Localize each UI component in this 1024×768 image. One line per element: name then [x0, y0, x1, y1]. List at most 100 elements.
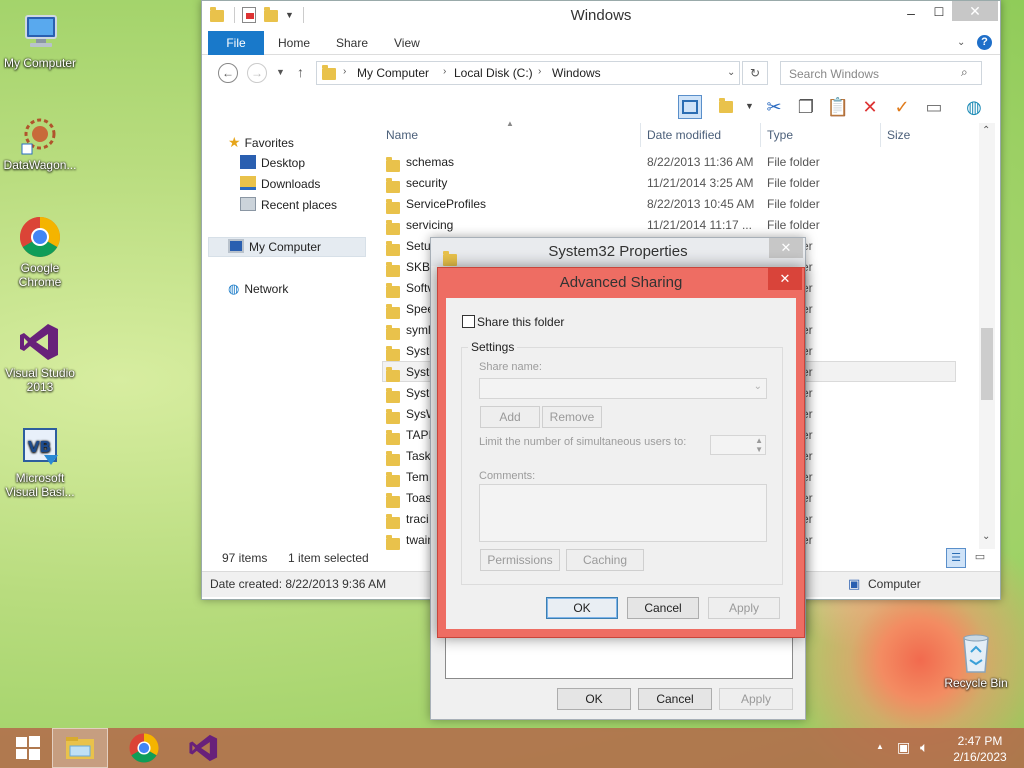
status-item-count: 97 items — [222, 551, 268, 565]
share-name-combobox[interactable]: ⌄ — [479, 378, 767, 399]
volume-icon[interactable]: 🔈︎ — [920, 739, 928, 756]
add-button[interactable]: Add — [480, 406, 540, 428]
minimize-button[interactable]: – — [902, 5, 920, 23]
search-icon[interactable]: ⌕ — [961, 65, 968, 80]
rename-check-icon[interactable]: ✓ — [890, 95, 914, 119]
show-hidden-icons-icon[interactable]: ▲ — [876, 742, 884, 751]
taskbar-visual-studio[interactable] — [176, 728, 232, 768]
column-name[interactable]: Name — [386, 128, 418, 142]
up-button[interactable]: ↑ — [297, 64, 304, 80]
forward-button[interactable]: → — [247, 63, 267, 83]
settings-group-label: Settings — [468, 340, 518, 354]
desktop-icon-visual-studio[interactable]: Visual Studio 2013 — [0, 320, 80, 394]
advanced-cancel-button[interactable]: Cancel — [627, 597, 699, 619]
select-dropdown-icon[interactable]: ▼ — [745, 101, 754, 111]
table-row[interactable]: ServiceProfiles 8/22/2013 10:45 AM File fo… — [382, 194, 962, 215]
scroll-up-icon[interactable]: ⌃ — [982, 125, 990, 136]
details-view-icon[interactable]: ☰ — [946, 548, 966, 568]
select-folder-icon[interactable] — [714, 95, 738, 119]
advanced-apply-button[interactable]: Apply — [708, 597, 780, 619]
advanced-ok-button[interactable]: OK — [546, 597, 618, 619]
share-folder-label[interactable]: Share this folder — [477, 315, 564, 329]
spinner-up-icon[interactable]: ▲ — [755, 436, 763, 445]
vertical-scrollbar[interactable]: ⌃ ⌄ — [979, 123, 995, 549]
properties-apply-button[interactable]: Apply — [719, 688, 793, 710]
refresh-button[interactable]: ↻ — [742, 61, 768, 85]
desktop-icon-my-computer[interactable]: My Computer — [0, 10, 80, 70]
table-row[interactable]: security 11/21/2014 3:25 AM File folder — [382, 173, 962, 194]
properties-close-button[interactable]: ✕ — [769, 238, 803, 258]
remove-button[interactable]: Remove — [542, 406, 602, 428]
tab-view[interactable]: View — [380, 31, 434, 55]
clock-time[interactable]: 2:47 PM — [950, 734, 1010, 748]
desktop-icon — [240, 155, 256, 169]
file-date-modified: 11/21/2014 3:25 AM — [647, 176, 754, 190]
paste-icon[interactable]: 📋 — [826, 95, 850, 119]
clock-date[interactable]: 2/16/2023 — [946, 750, 1014, 764]
recent-locations-icon[interactable]: ▼ — [276, 67, 285, 77]
tab-share[interactable]: Share — [322, 31, 382, 55]
breadcrumb-my-computer[interactable]: My Computer — [357, 66, 429, 80]
permissions-button[interactable]: Permissions — [480, 549, 560, 571]
breadcrumb-windows[interactable]: Windows — [552, 66, 601, 80]
search-input[interactable]: Search Windows — [789, 67, 879, 81]
help-icon[interactable]: ? — [977, 35, 992, 50]
column-size[interactable]: Size — [887, 128, 910, 142]
details-pane-icon[interactable] — [678, 95, 702, 119]
taskbar-chrome[interactable] — [116, 728, 172, 768]
share-folder-checkbox[interactable] — [462, 315, 475, 328]
nav-recent-places[interactable]: Recent places — [240, 195, 337, 215]
search-box[interactable]: Search Windows ⌕ — [780, 61, 982, 85]
nav-network[interactable]: ◍ Network — [228, 279, 288, 299]
address-bar[interactable]: › My Computer › Local Disk (C:) › Window… — [316, 61, 740, 85]
cut-icon[interactable]: ✂ — [762, 95, 786, 119]
network-tray-icon[interactable]: ▣ — [897, 739, 910, 756]
close-button[interactable]: ✕ — [952, 1, 998, 21]
properties-cancel-button[interactable]: Cancel — [638, 688, 712, 710]
desktop-icon-visual-basic[interactable]: VB Microsoft Visual Basi... — [0, 425, 80, 499]
nav-my-computer[interactable]: My Computer — [228, 237, 321, 257]
start-button[interactable] — [0, 728, 56, 768]
maximize-button[interactable]: ☐ — [930, 5, 948, 23]
scroll-down-icon[interactable]: ⌄ — [982, 531, 990, 542]
visual-basic-icon: VB — [18, 425, 62, 469]
status-date-created: Date created: 8/22/2013 9:36 AM — [210, 577, 387, 591]
tab-file[interactable]: File — [208, 31, 264, 55]
desktop-icon-label: My Computer — [3, 56, 77, 70]
column-type[interactable]: Type — [767, 128, 793, 142]
column-date-modified[interactable]: Date modified — [647, 128, 721, 142]
spinner-down-icon[interactable]: ▼ — [755, 445, 763, 454]
taskbar-file-explorer[interactable] — [52, 728, 108, 768]
copy-icon[interactable]: ❐ — [794, 95, 818, 119]
tab-home[interactable]: Home — [264, 31, 324, 55]
nav-downloads[interactable]: Downloads — [240, 174, 320, 194]
nav-desktop[interactable]: Desktop — [240, 153, 305, 173]
desktop-icon-label: Microsoft Visual Basi... — [5, 471, 75, 499]
table-row[interactable]: schemas 8/22/2013 11:36 AM File folder — [382, 152, 962, 173]
desktop-icon-recycle-bin[interactable]: Recycle Bin — [936, 630, 1016, 690]
comments-textarea[interactable] — [479, 484, 767, 542]
file-name: Toas — [406, 491, 432, 505]
breadcrumb-local-disk[interactable]: Local Disk (C:) — [454, 66, 533, 80]
user-limit-spinner[interactable]: ▲ ▼ — [710, 435, 766, 455]
properties-icon[interactable]: ▭ — [922, 95, 946, 119]
advanced-sharing-titlebar: Advanced Sharing ✕ — [438, 268, 804, 298]
network-globe-icon[interactable]: ◍ — [962, 95, 986, 119]
file-name: Setu — [406, 239, 431, 253]
back-button[interactable]: ← — [218, 63, 238, 83]
desktop-icon-datawagon[interactable]: DataWagon... — [0, 112, 80, 172]
nav-favorites[interactable]: ★ Favorites — [228, 132, 294, 152]
table-row[interactable]: servicing 11/21/2014 11:17 ... File folder — [382, 215, 962, 236]
desktop-icon-chrome[interactable]: Google Chrome — [0, 215, 80, 289]
address-dropdown-icon[interactable]: ⌄ — [727, 67, 735, 78]
star-icon: ★ — [228, 134, 241, 150]
properties-ok-button[interactable]: OK — [557, 688, 631, 710]
advanced-sharing-close-button[interactable]: ✕ — [768, 268, 802, 290]
ribbon-expand-icon[interactable]: ⌄ — [957, 37, 965, 48]
large-icons-view-icon[interactable]: ▭ — [970, 548, 990, 568]
advanced-sharing-dialog: Advanced Sharing ✕ Share this folder Set… — [437, 267, 805, 638]
delete-icon[interactable]: ✕ — [858, 95, 882, 119]
chrome-icon — [129, 733, 159, 763]
scrollbar-thumb[interactable] — [981, 328, 993, 400]
caching-button[interactable]: Caching — [566, 549, 644, 571]
